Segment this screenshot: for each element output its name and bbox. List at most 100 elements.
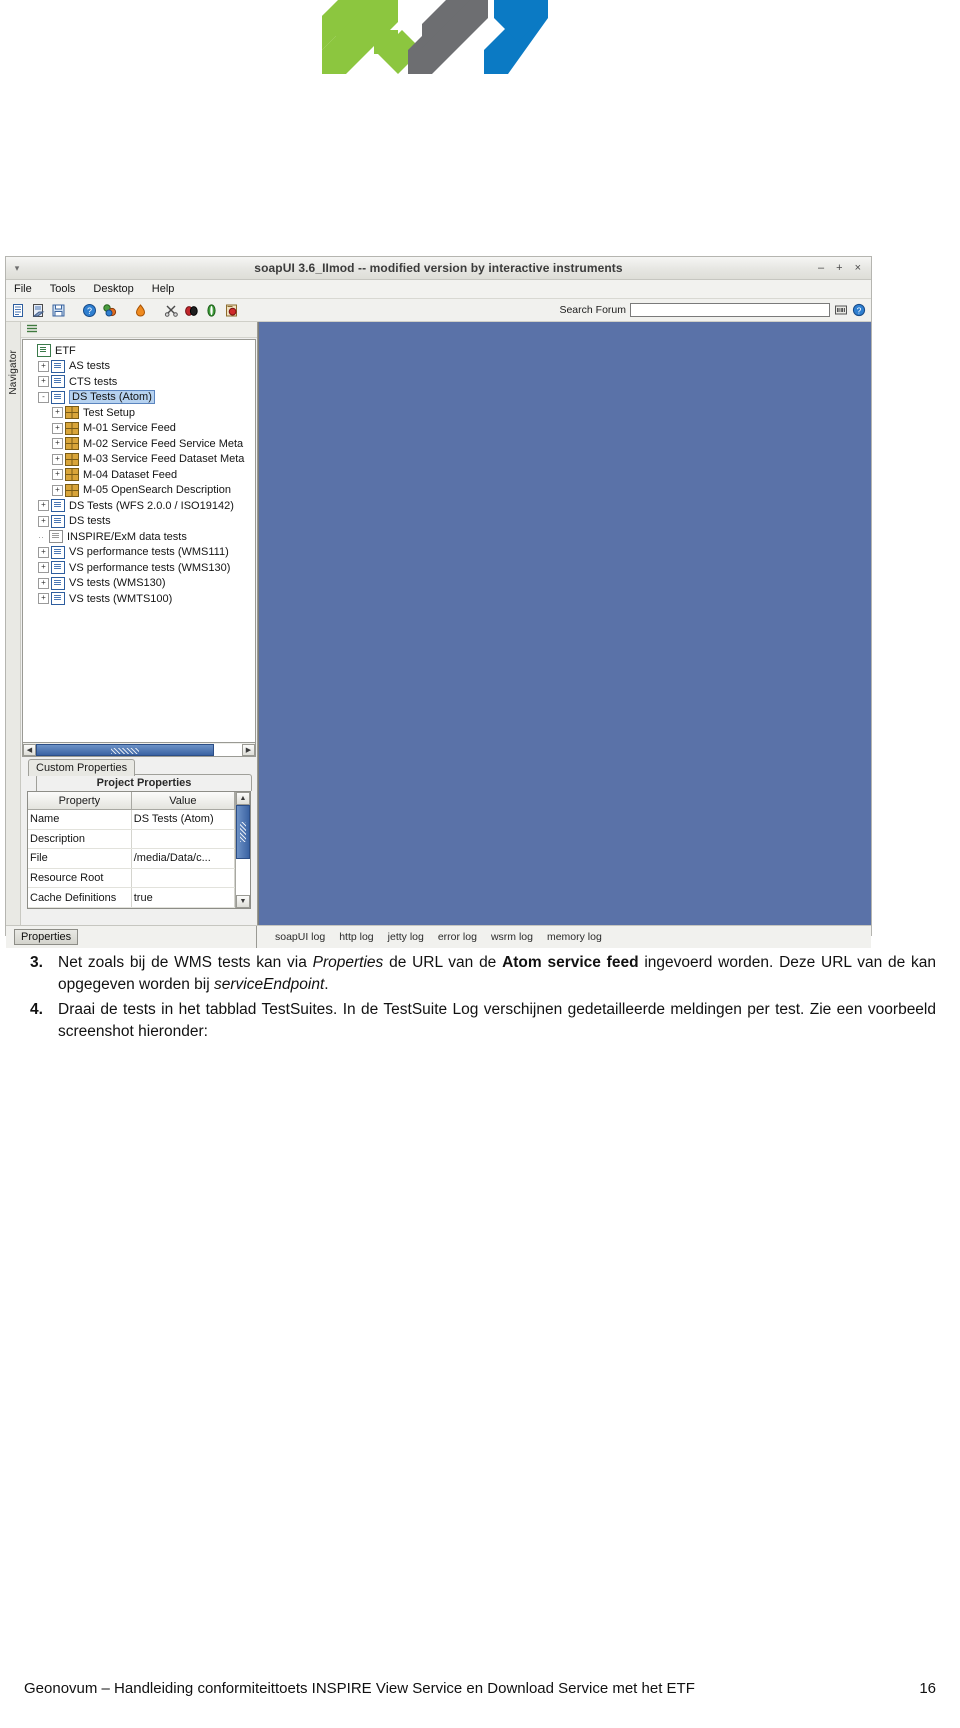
properties-vertical-scrollbar[interactable]: ▲ ▼ <box>235 792 250 908</box>
expand-icon[interactable]: + <box>38 376 49 388</box>
log-tab-soapui[interactable]: soapUI log <box>275 931 325 943</box>
menu-desktop[interactable]: Desktop <box>91 283 135 295</box>
tree-item-label: M-04 Dataset Feed <box>83 468 178 481</box>
log-tab-jetty[interactable]: jetty log <box>388 931 424 943</box>
scroll-down-arrow-icon[interactable]: ▼ <box>236 895 250 908</box>
tree-horizontal-scrollbar[interactable]: ◀ ▶ <box>22 743 256 757</box>
expand-icon[interactable]: + <box>38 562 49 574</box>
scroll-right-arrow-icon[interactable]: ▶ <box>242 743 255 756</box>
minimize-button[interactable]: – <box>818 262 824 274</box>
proxy-icon[interactable] <box>184 303 199 318</box>
scroll-thumb[interactable] <box>36 743 214 756</box>
tree-item-m-03-service-feed-dataset-meta[interactable]: + M-03 Service Feed Dataset Meta <box>26 452 255 468</box>
column-header-property[interactable]: Property <box>28 792 132 810</box>
project-tree[interactable]: ETF + AS tests + CTS tests - DS Tests (Atom) + T… <box>22 339 256 743</box>
expand-icon[interactable]: + <box>52 438 63 450</box>
properties-table-row[interactable]: Resource Root <box>28 868 236 889</box>
column-header-value[interactable]: Value <box>131 792 236 810</box>
expand-icon[interactable]: + <box>52 422 63 434</box>
log-tab-error[interactable]: error log <box>438 931 477 943</box>
navigator-strip[interactable]: Navigator <box>6 322 21 925</box>
maximize-button[interactable]: + <box>836 262 842 274</box>
tree-item-as-tests[interactable]: + AS tests <box>26 359 255 375</box>
window-menu-icon[interactable]: ▾ <box>6 263 28 274</box>
property-value-cell[interactable] <box>131 829 236 850</box>
expand-icon[interactable]: + <box>38 500 49 512</box>
tree-item-m-02-service-feed-service-meta[interactable]: + M-02 Service Feed Service Meta <box>26 436 255 452</box>
properties-table-row[interactable]: Description <box>28 829 236 850</box>
testsuite-icon <box>65 406 79 420</box>
property-value-cell[interactable]: DS Tests (Atom) <box>131 809 236 830</box>
tree-item-label: Test Setup <box>83 406 135 419</box>
expand-icon[interactable]: + <box>38 577 49 589</box>
project-icon <box>51 499 65 513</box>
search-forum-go-icon[interactable] <box>834 303 848 317</box>
tab-project-properties[interactable]: Project Properties <box>36 774 252 791</box>
save-all-icon[interactable] <box>51 303 66 318</box>
property-value-cell[interactable] <box>131 868 236 889</box>
tree-item-ds-tests-wfs-2-0-0-iso19142[interactable]: + DS Tests (WFS 2.0.0 / ISO19142) <box>26 498 255 514</box>
desktop-workspace[interactable] <box>258 322 871 925</box>
scroll-up-arrow-icon[interactable]: ▲ <box>236 792 250 805</box>
log-tab-memory[interactable]: memory log <box>547 931 602 943</box>
tree-item-vs-tests-wms130[interactable]: + VS tests (WMS130) <box>26 576 255 592</box>
property-value-cell[interactable]: true <box>131 887 236 908</box>
tree-item-ds-tests-atom[interactable]: - DS Tests (Atom) <box>26 390 255 406</box>
properties-table-row[interactable]: Cache Definitions true <box>28 887 236 908</box>
tree-item-label: M-03 Service Feed Dataset Meta <box>83 453 245 466</box>
properties-table-row[interactable]: Name DS Tests (Atom) <box>28 809 236 830</box>
menu-file[interactable]: File <box>12 283 34 295</box>
tree-item-etf[interactable]: ETF <box>26 343 255 359</box>
tab-custom-properties[interactable]: Custom Properties <box>28 759 136 776</box>
forum-icon[interactable] <box>102 303 117 318</box>
bug-icon[interactable] <box>224 303 239 318</box>
tree-item-cts-tests[interactable]: + CTS tests <box>26 374 255 390</box>
expand-icon[interactable]: + <box>52 484 63 496</box>
expand-icon[interactable]: + <box>52 453 63 465</box>
trial-icon[interactable] <box>133 303 148 318</box>
log-tab-wsrm[interactable]: wsrm log <box>491 931 533 943</box>
scroll-track[interactable] <box>36 743 242 756</box>
geonovum-logo <box>322 0 548 74</box>
scroll-left-arrow-icon[interactable]: ◀ <box>23 743 36 756</box>
tree-item-ds-tests[interactable]: + DS tests <box>26 514 255 530</box>
tree-item-m-05-opensearch-description[interactable]: + M-05 OpenSearch Description <box>26 483 255 499</box>
load-ui-icon[interactable] <box>204 303 219 318</box>
tree-item-vs-tests-wmts100[interactable]: + VS tests (WMTS100) <box>26 591 255 607</box>
collapse-icon[interactable]: - <box>38 391 49 403</box>
tree-item-test-setup[interactable]: + Test Setup <box>26 405 255 421</box>
tree-connector-icon: ·· <box>38 531 44 542</box>
expand-icon[interactable]: + <box>38 360 49 372</box>
properties-button[interactable]: Properties <box>14 929 79 945</box>
tree-item-vs-performance-tests-wms130[interactable]: + VS performance tests (WMS130) <box>26 560 255 576</box>
help-icon[interactable]: ? <box>82 303 97 318</box>
tree-item-label: DS Tests (Atom) <box>69 390 155 405</box>
preferences-icon[interactable] <box>164 303 179 318</box>
properties-scroll-track[interactable] <box>236 805 250 895</box>
properties-table-row[interactable]: File/media/Data/c... <box>28 848 236 869</box>
tree-item-label: M-02 Service Feed Service Meta <box>83 437 244 450</box>
numbered-list-item: 4. Draai de tests in het tabblad TestSuit… <box>30 999 936 1044</box>
tree-options-icon[interactable] <box>26 323 39 337</box>
tree-item-m-04-dataset-feed[interactable]: + M-04 Dataset Feed <box>26 467 255 483</box>
expand-icon[interactable]: + <box>38 593 49 605</box>
import-project-icon[interactable] <box>31 303 46 318</box>
log-tab-http[interactable]: http log <box>339 931 373 943</box>
close-button[interactable]: × <box>855 262 861 274</box>
expand-icon[interactable]: + <box>38 546 49 558</box>
properties-scroll-thumb[interactable] <box>236 805 250 859</box>
tree-item-vs-performance-tests-wms111[interactable]: + VS performance tests (WMS111) <box>26 545 255 561</box>
expand-icon[interactable]: + <box>52 407 63 419</box>
expand-icon[interactable]: + <box>38 515 49 527</box>
new-project-icon[interactable] <box>11 303 26 318</box>
property-value-cell[interactable]: /media/Data/c... <box>131 848 236 869</box>
project-icon <box>51 545 65 559</box>
search-forum-input[interactable] <box>630 303 830 317</box>
menu-help[interactable]: Help <box>150 283 177 295</box>
tree-item-inspire-exm-data-tests[interactable]: ·· INSPIRE/ExM data tests <box>26 529 255 545</box>
menu-tools[interactable]: Tools <box>48 283 78 295</box>
tree-item-m-01-service-feed[interactable]: + M-01 Service Feed <box>26 421 255 437</box>
tree-item-label: VS performance tests (WMS130) <box>69 561 231 574</box>
forum-help-icon[interactable]: ? <box>852 303 866 317</box>
expand-icon[interactable]: + <box>52 469 63 481</box>
